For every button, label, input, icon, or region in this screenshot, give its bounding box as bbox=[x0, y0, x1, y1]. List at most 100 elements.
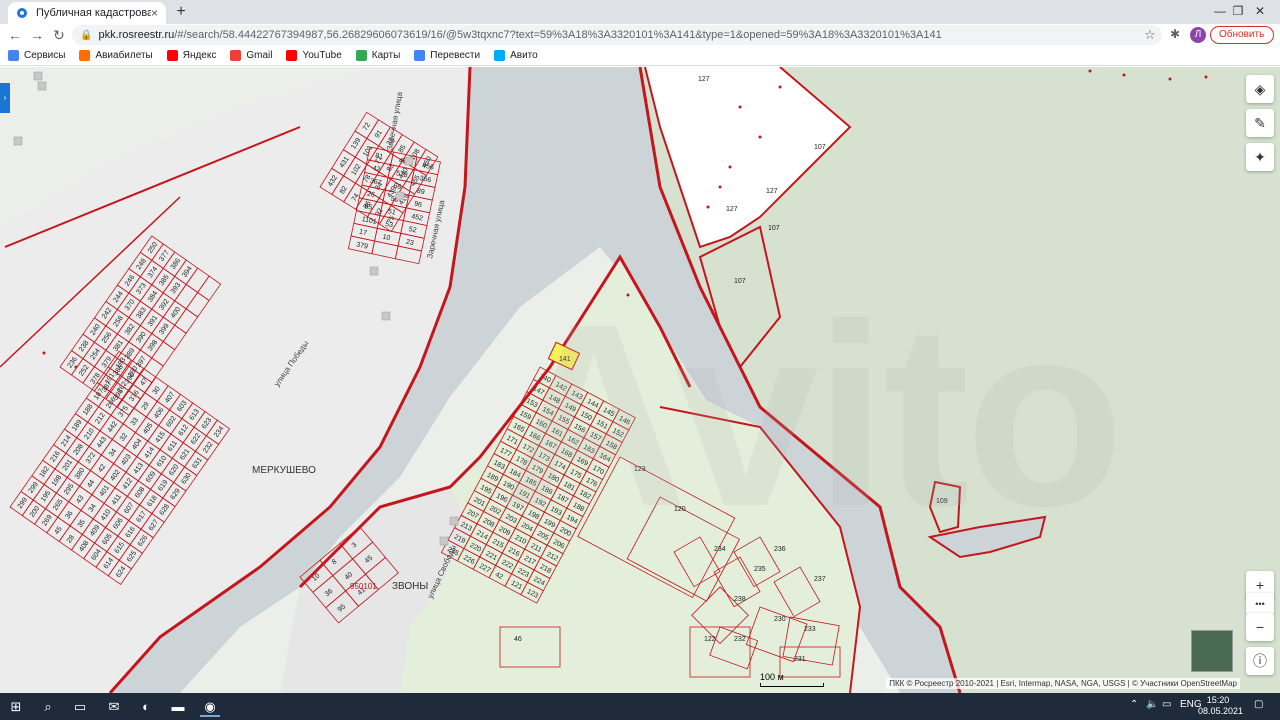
bookmark-item[interactable]: Gmail bbox=[230, 50, 272, 61]
ruler-icon[interactable]: ✎ bbox=[1246, 109, 1274, 137]
close-window-button[interactable]: ✕ bbox=[1240, 0, 1280, 24]
bookmark-label: Карты bbox=[371, 50, 401, 61]
point-marker bbox=[1204, 75, 1208, 79]
tray-chevron-icon[interactable]: ⌃ bbox=[1130, 699, 1138, 710]
parcel-number: 237 bbox=[814, 576, 826, 583]
info-button[interactable]: ⓘ bbox=[1246, 647, 1274, 675]
parcel-label-950101: 950101 bbox=[350, 582, 377, 591]
avito-watermark: Avito bbox=[500, 271, 1124, 561]
windows-start-icon[interactable]: ⊞ bbox=[6, 697, 26, 717]
bookmark-label: Яндекс bbox=[182, 50, 217, 61]
building bbox=[33, 71, 43, 81]
profile-avatar[interactable]: Л bbox=[1190, 27, 1206, 43]
bookmark-icon bbox=[414, 50, 426, 61]
volume-icon[interactable]: 🔈 bbox=[1146, 699, 1158, 710]
forward-icon[interactable]: → bbox=[28, 26, 46, 44]
clock[interactable]: 15:20 08.05.2021 bbox=[1198, 695, 1244, 717]
parcel-number: 233 bbox=[804, 626, 816, 633]
zoom-out-button[interactable]: − bbox=[1246, 613, 1274, 641]
update-button[interactable]: Обновить bbox=[1210, 26, 1274, 44]
parcel-number: 127 bbox=[726, 206, 738, 213]
clock-date: 08.05.2021 bbox=[1198, 706, 1244, 716]
notifications-icon[interactable]: ▢ bbox=[1254, 699, 1263, 710]
parcel-number: 231 bbox=[794, 656, 806, 663]
bookmark-icon bbox=[494, 50, 506, 61]
minimap[interactable] bbox=[1191, 630, 1233, 672]
bookmark-icon bbox=[230, 50, 242, 61]
bookmark-item[interactable]: Авито bbox=[494, 50, 538, 61]
bookmarks-bar: Сервисы Авиабилеты Яндекс Gmail YouTube Карты… bbox=[0, 46, 1280, 66]
point-marker bbox=[778, 85, 782, 89]
bookmark-icon bbox=[166, 50, 178, 61]
bookmark-item[interactable]: Сервисы bbox=[8, 50, 65, 61]
bookmark-item[interactable]: Яндекс bbox=[166, 50, 217, 61]
rosreestr-favicon-icon bbox=[17, 8, 27, 18]
parcel-number: 127 bbox=[698, 76, 710, 83]
bookmark-item[interactable]: Авиабилеты bbox=[79, 50, 153, 61]
building bbox=[449, 516, 459, 526]
building bbox=[369, 266, 379, 276]
building bbox=[404, 156, 414, 166]
point-marker bbox=[1088, 69, 1092, 73]
chrome-icon[interactable]: ◉ bbox=[200, 697, 220, 717]
bookmark-icon bbox=[286, 50, 298, 61]
parcel-number: 46 bbox=[514, 636, 522, 643]
browser-tab[interactable]: Публичная кадастровая карта × bbox=[8, 2, 166, 24]
building bbox=[13, 136, 23, 146]
parcel-number: 232 bbox=[734, 636, 746, 643]
bookmark-label: Авито bbox=[510, 50, 538, 61]
windows-taskbar: ⊞ ⌕ ▭ ✉ ◐ ▬ ◉ ⌃ 🔈 ▭ ENG 15:20 08.05.2021… bbox=[0, 693, 1280, 720]
bookmark-item[interactable]: Перевести bbox=[414, 50, 480, 61]
url-path: /#/search/58.44422767394987,56.268296060… bbox=[174, 29, 942, 41]
bookmark-icon bbox=[355, 50, 367, 61]
parcel-number: 238 bbox=[734, 596, 746, 603]
bookmark-star-icon[interactable]: ☆ bbox=[1144, 27, 1156, 43]
network-icon[interactable]: ▭ bbox=[1162, 699, 1171, 710]
task-view-icon[interactable]: ▭ bbox=[70, 697, 90, 717]
url-field[interactable]: 🔒 pkk.rosreestr.ru/#/search/58.444227673… bbox=[72, 25, 1162, 45]
address-bar: ← → ↻ 🔒 pkk.rosreestr.ru/#/search/58.444… bbox=[0, 24, 1280, 46]
tab-title: Публичная кадастровая карта bbox=[36, 7, 151, 19]
point-marker bbox=[1168, 77, 1172, 81]
search-icon[interactable]: ⌕ bbox=[38, 697, 58, 717]
bookmark-item[interactable]: YouTube bbox=[286, 50, 342, 61]
point-marker bbox=[1122, 73, 1126, 77]
lock-icon: 🔒 bbox=[80, 29, 93, 41]
point-marker bbox=[718, 185, 722, 189]
parcel-number: 230 bbox=[774, 616, 786, 623]
point-marker bbox=[706, 205, 710, 209]
tab-close-icon[interactable]: × bbox=[151, 6, 158, 20]
edge-icon[interactable]: ◐ bbox=[136, 697, 156, 717]
locate-icon[interactable]: ✦ bbox=[1246, 143, 1274, 171]
cadastral-map[interactable]: 299 299 182 216 214 189 188 187 191 193 200 195 198 2… bbox=[0, 67, 1280, 693]
mail-icon[interactable]: ✉ bbox=[104, 697, 124, 717]
parcel-number: 107 bbox=[814, 144, 826, 151]
point-marker bbox=[728, 165, 732, 169]
point-marker bbox=[758, 135, 762, 139]
bookmark-label: Gmail bbox=[246, 50, 273, 61]
building bbox=[37, 81, 47, 91]
bookmark-icon bbox=[8, 50, 19, 61]
extensions-icon[interactable]: ✱ bbox=[1170, 27, 1180, 41]
new-tab-button[interactable]: + bbox=[172, 2, 190, 22]
point-marker bbox=[42, 351, 46, 355]
reload-icon[interactable]: ↻ bbox=[50, 26, 68, 44]
layers-icon[interactable]: ◈ bbox=[1246, 75, 1274, 103]
bookmark-label: YouTube bbox=[302, 50, 342, 61]
file-explorer-icon[interactable]: ▬ bbox=[168, 697, 188, 717]
building bbox=[439, 536, 449, 546]
parcel-number: 122 bbox=[704, 636, 716, 643]
parcel-number: 107 bbox=[768, 225, 780, 232]
bookmark-item[interactable]: Карты bbox=[355, 50, 401, 61]
back-icon[interactable]: ← bbox=[6, 26, 24, 44]
scale-label: 100 м bbox=[760, 672, 784, 682]
place-label-merkushevo: МЕРКУШЕВО bbox=[252, 465, 316, 476]
url-host: pkk.rosreestr.ru bbox=[98, 29, 175, 41]
zoom-more-button[interactable]: ••• bbox=[1246, 593, 1274, 615]
point-marker bbox=[74, 365, 78, 369]
scale-bar: 100 м bbox=[760, 672, 824, 687]
place-label-zvony: ЗВОНЫ bbox=[392, 581, 428, 592]
bookmark-label: Перевести bbox=[430, 50, 481, 61]
panel-toggle-icon[interactable]: › bbox=[0, 83, 10, 113]
point-marker bbox=[738, 105, 742, 109]
